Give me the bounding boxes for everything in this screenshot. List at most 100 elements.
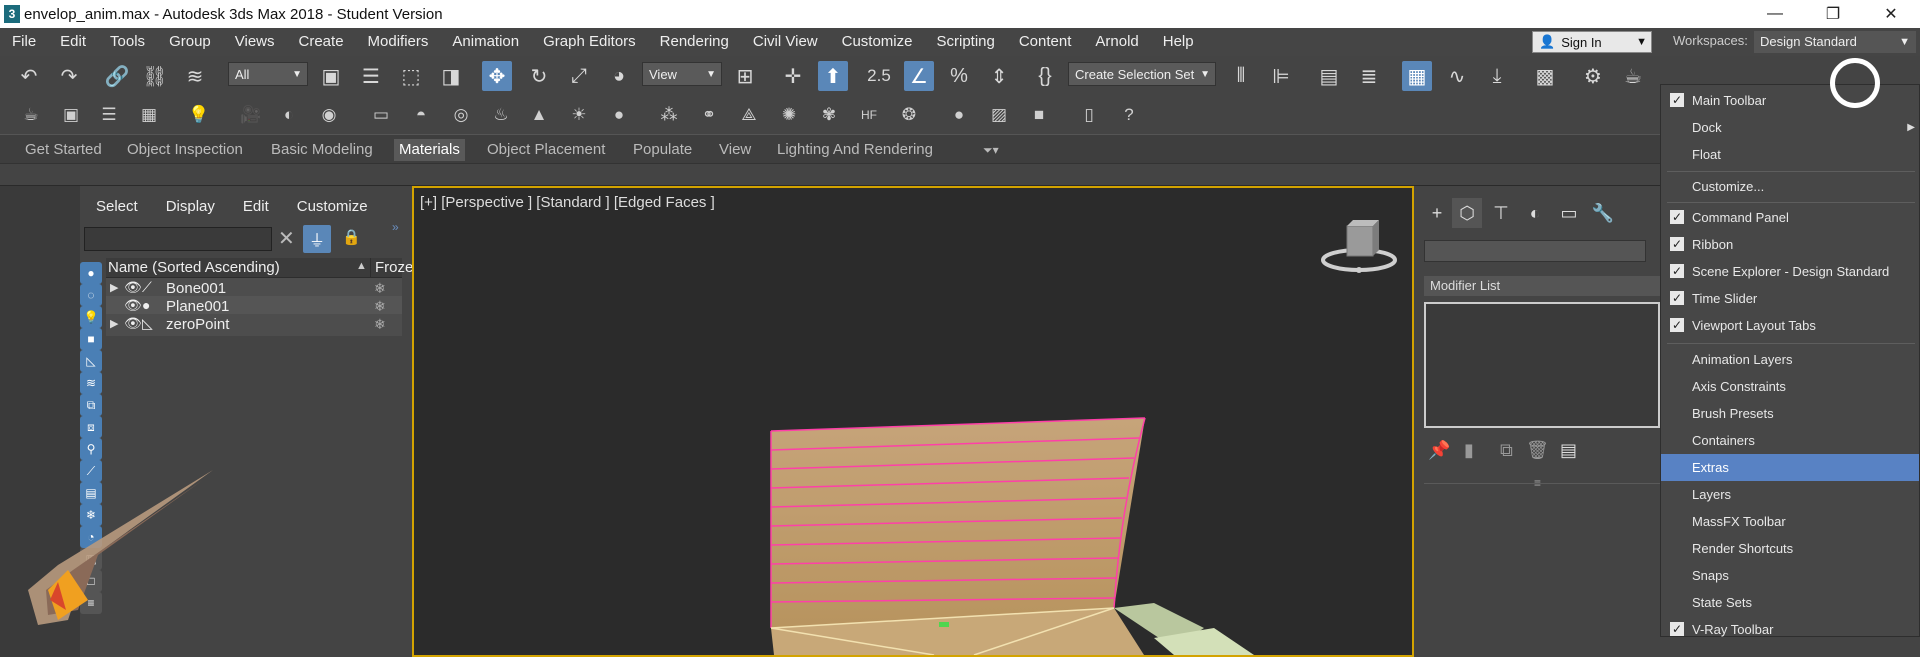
named-selection-dropdown[interactable]: Create Selection Set ▼ xyxy=(1068,62,1216,86)
display-bones-icon[interactable]: ⚲ xyxy=(80,438,102,460)
utilities-tab-icon[interactable]: 🔧 xyxy=(1588,198,1618,228)
schematic-view-icon[interactable]: ⤓ xyxy=(1482,61,1512,91)
display-cameras-icon[interactable]: ■ xyxy=(80,328,102,350)
menu-item-main-toolbar[interactable]: ✓ Main Toolbar xyxy=(1661,87,1919,114)
scene-explorer-toggle-icon[interactable]: ▤ xyxy=(1314,61,1344,91)
menu-group[interactable]: Group xyxy=(157,28,223,56)
cone-primitive-icon[interactable]: ▲ xyxy=(526,102,552,128)
lock-icon[interactable]: 🔒 xyxy=(342,228,361,246)
fur-icon[interactable]: ⁂ xyxy=(656,102,682,128)
snap-toggle-icon[interactable]: 2.5 xyxy=(864,61,894,91)
bind-spacewarp-icon[interactable]: ≋ xyxy=(180,61,210,91)
menu-item-snaps[interactable]: Snaps xyxy=(1661,562,1919,589)
hair-fur-icon[interactable]: HF xyxy=(856,102,882,128)
frozen-snowflake-icon[interactable]: ❄ xyxy=(374,280,386,297)
menu-item-extras[interactable]: Extras xyxy=(1661,454,1919,481)
restore-button[interactable]: ❐ xyxy=(1804,0,1862,28)
motion-tab-icon[interactable]: ◐ xyxy=(1520,198,1550,228)
curve-editor-icon[interactable]: ∿ xyxy=(1442,61,1472,91)
display-groups-icon[interactable]: ⧉ xyxy=(80,394,102,416)
plane-primitive-icon[interactable]: ▭ xyxy=(368,102,394,128)
dome-primitive-icon[interactable]: ◓ xyxy=(408,102,434,128)
mirror-icon[interactable]: ⫴ xyxy=(1226,61,1256,91)
place-icon[interactable]: ◕ xyxy=(604,61,634,91)
grid-icon[interactable]: ▦ xyxy=(136,102,162,128)
bone-icon[interactable]: ⚭ xyxy=(696,102,722,128)
material-sphere-icon[interactable]: ● xyxy=(946,102,972,128)
expand-arrow-icon[interactable]: ▶ xyxy=(110,281,118,294)
menu-animation[interactable]: Animation xyxy=(440,28,531,56)
display-tab-icon[interactable]: ▭ xyxy=(1554,198,1584,228)
mesh-icon[interactable]: ⟁ xyxy=(736,102,762,128)
explorer-menu-select[interactable]: Select xyxy=(80,196,150,218)
close-button[interactable]: ✕ xyxy=(1862,0,1920,28)
menu-graph-editors[interactable]: Graph Editors xyxy=(531,28,648,56)
menu-item-axis-constraints[interactable]: Axis Constraints xyxy=(1661,373,1919,400)
object-name-input[interactable] xyxy=(1424,240,1646,262)
modify-tab-icon[interactable]: ⬡ xyxy=(1452,198,1482,228)
menu-item-layers[interactable]: Layers xyxy=(1661,481,1919,508)
menu-help[interactable]: Help xyxy=(1151,28,1206,56)
menu-item-containers[interactable]: Containers xyxy=(1661,427,1919,454)
workspace-select[interactable]: Design Standard ▼ xyxy=(1754,31,1916,53)
frozen-snowflake-icon[interactable]: ❄ xyxy=(374,298,386,315)
display-lights-icon[interactable]: 💡 xyxy=(80,306,102,328)
display-spacewarps-icon[interactable]: ≋ xyxy=(80,372,102,394)
menu-views[interactable]: Views xyxy=(223,28,287,56)
expand-arrow-icon[interactable]: ▶ xyxy=(110,317,118,330)
hierarchy-tab-icon[interactable]: ⊤ xyxy=(1486,198,1516,228)
export-icon[interactable]: ▯ xyxy=(1076,102,1102,128)
menu-item-animation-layers[interactable]: Animation Layers xyxy=(1661,346,1919,373)
menu-arnold[interactable]: Arnold xyxy=(1083,28,1150,56)
perspective-viewport[interactable]: [+] [Perspective ] [Standard ] [Edged Fa… xyxy=(412,186,1414,657)
clear-search-icon[interactable]: ✕ xyxy=(278,226,295,251)
menu-item-scene-explorer[interactable]: ✓ Scene Explorer - Design Standard xyxy=(1661,258,1919,285)
ribbon-toggle-icon[interactable]: ▦ xyxy=(1402,61,1432,91)
particle-icon[interactable]: ✺ xyxy=(776,102,802,128)
tab-view[interactable]: View xyxy=(714,139,756,161)
menu-rendering[interactable]: Rendering xyxy=(648,28,741,56)
menu-customize[interactable]: Customize xyxy=(830,28,925,56)
percent-snap-icon[interactable]: % xyxy=(944,61,974,91)
menu-item-ribbon[interactable]: ✓ Ribbon xyxy=(1661,231,1919,258)
render-frame-icon[interactable]: ▣ xyxy=(58,102,84,128)
link-icon[interactable]: 🔗 xyxy=(102,61,132,91)
list-icon[interactable]: ☰ xyxy=(96,102,122,128)
make-unique-icon[interactable]: ⧉ xyxy=(1500,440,1513,461)
display-geometry-icon[interactable]: ● xyxy=(80,262,102,284)
frame-buffer-icon[interactable]: ◉ xyxy=(316,102,342,128)
rendered-frame-window-icon[interactable]: ☕ xyxy=(1618,61,1648,91)
column-name-header[interactable]: Name (Sorted Ascending) xyxy=(108,258,280,278)
unlink-icon[interactable]: ⛓ xyxy=(140,61,170,91)
align-icon[interactable]: ⊫ xyxy=(1266,61,1296,91)
angle-snap-icon[interactable]: ∠ xyxy=(904,61,934,91)
camera-icon[interactable]: 🎥 xyxy=(238,102,264,128)
tab-populate[interactable]: Populate xyxy=(628,139,697,161)
select-manipulate-icon[interactable]: ✛ xyxy=(778,61,808,91)
color-swatch-icon[interactable]: ■ xyxy=(1026,102,1052,128)
tab-object-placement[interactable]: Object Placement xyxy=(482,139,610,161)
display-xrefs-icon[interactable]: ⧈ xyxy=(80,416,102,438)
menu-create[interactable]: Create xyxy=(287,28,356,56)
menu-item-render-shortcuts[interactable]: Render Shortcuts xyxy=(1661,535,1919,562)
explorer-menu-edit[interactable]: Edit xyxy=(227,196,281,218)
sign-in-dropdown[interactable]: 👤 Sign In ▼ xyxy=(1532,31,1652,53)
window-crossing-icon[interactable]: ◨ xyxy=(436,61,466,91)
ribbon-options-icon[interactable]: ⏷▾ xyxy=(978,139,1004,161)
menu-item-dock[interactable]: Dock ▶ xyxy=(1661,114,1919,141)
menu-item-float[interactable]: Float xyxy=(1661,141,1919,168)
display-helpers-icon[interactable]: ◺ xyxy=(80,350,102,372)
menu-scripting[interactable]: Scripting xyxy=(924,28,1006,56)
menu-modifiers[interactable]: Modifiers xyxy=(356,28,441,56)
visibility-eye-icon[interactable]: 👁 xyxy=(124,279,142,296)
tab-materials[interactable]: Materials xyxy=(394,139,465,161)
teapot-primitive-icon[interactable]: ♨ xyxy=(488,102,514,128)
menu-item-brush-presets[interactable]: Brush Presets xyxy=(1661,400,1919,427)
grass-icon[interactable]: ✾ xyxy=(816,102,842,128)
layer-explorer-icon[interactable]: ≣ xyxy=(1354,61,1384,91)
menu-item-time-slider[interactable]: ✓ Time Slider xyxy=(1661,285,1919,312)
rect-selection-icon[interactable]: ⬚ xyxy=(396,61,426,91)
menu-content[interactable]: Content xyxy=(1007,28,1084,56)
modifier-list-dropdown[interactable]: Modifier List xyxy=(1424,276,1660,296)
expand-icon[interactable]: » xyxy=(392,220,399,234)
